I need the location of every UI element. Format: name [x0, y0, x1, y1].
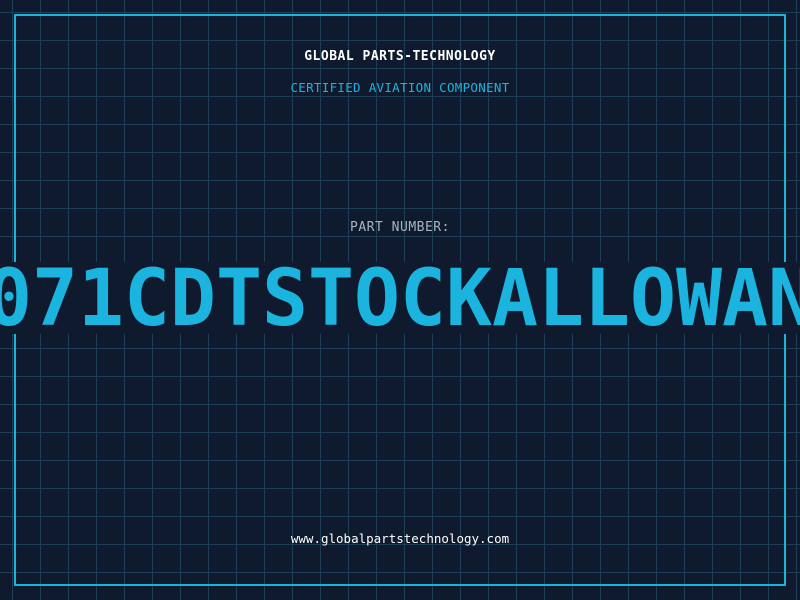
tagline: CERTIFIED AVIATION COMPONENT [290, 80, 510, 95]
website-url: www.globalpartstechnology.com [290, 531, 510, 546]
part-number-value: 071CDTSTOCKALLOWAN [0, 254, 800, 344]
part-number-display: 071CDTSTOCKALLOWAN [0, 254, 800, 344]
company-name: GLOBAL PARTS-TECHNOLOGY [304, 49, 496, 64]
part-number-label: PART NUMBER: [350, 220, 450, 235]
